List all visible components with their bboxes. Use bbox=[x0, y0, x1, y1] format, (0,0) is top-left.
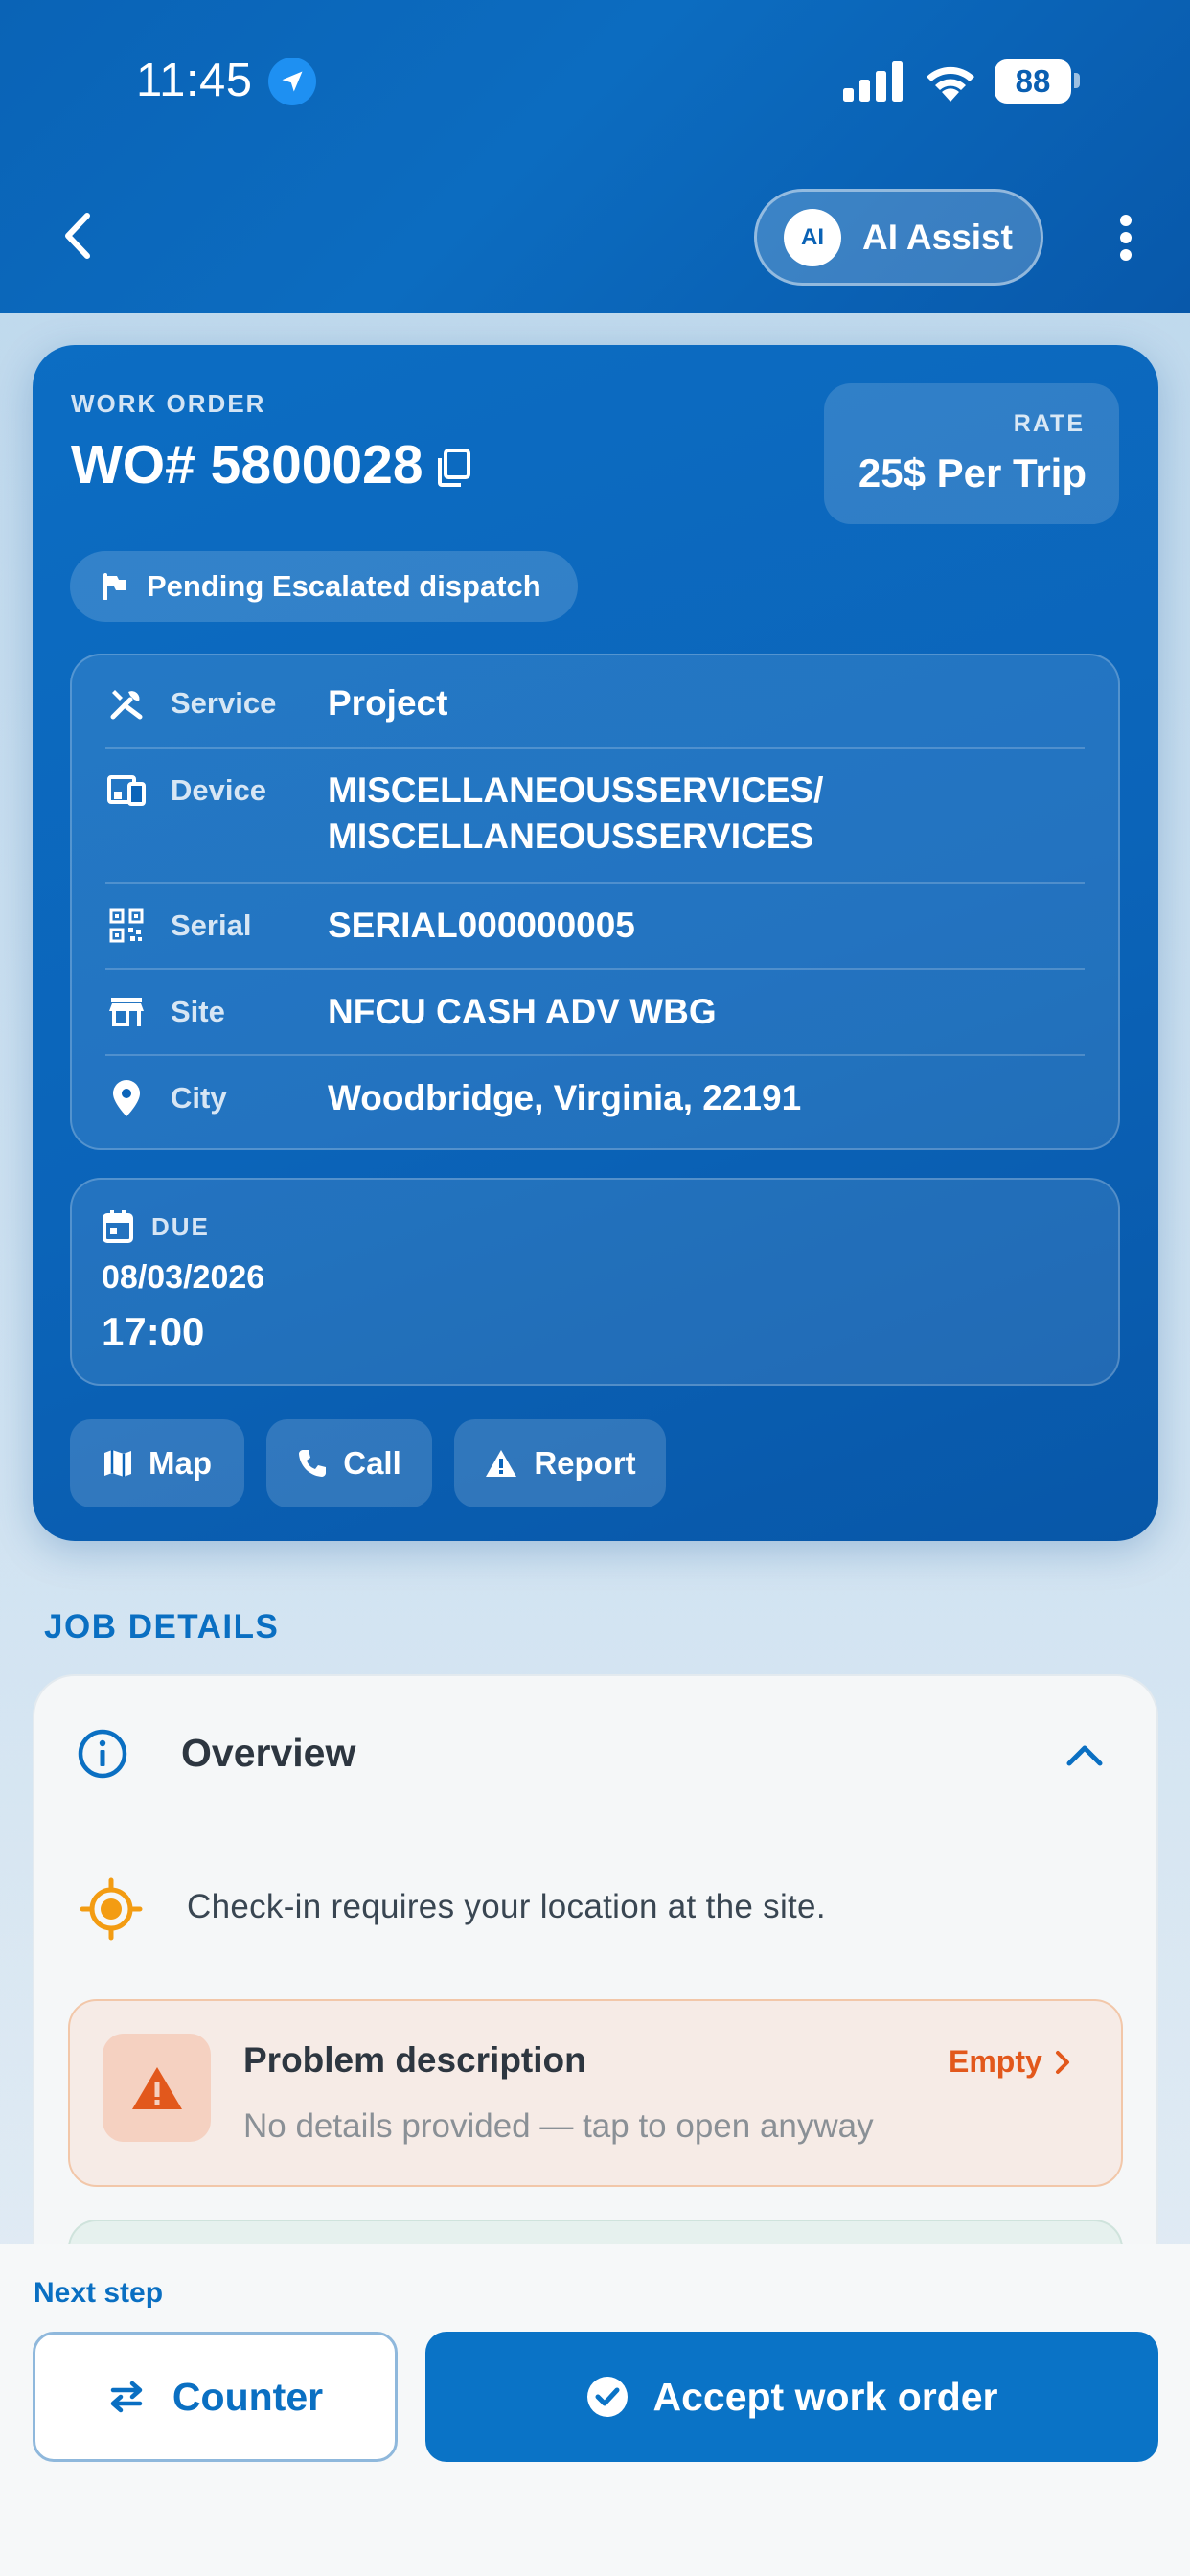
dot bbox=[1120, 232, 1132, 243]
detail-value: Woodbridge, Virginia, 22191 bbox=[328, 1078, 802, 1117]
detail-label: Serial bbox=[171, 908, 252, 942]
due-date: 08/03/2026 bbox=[102, 1259, 265, 1296]
report-button[interactable]: Report bbox=[454, 1419, 666, 1507]
divider bbox=[105, 1054, 1085, 1056]
location-arrow-icon bbox=[268, 58, 316, 105]
due-kicker: DUE bbox=[151, 1212, 210, 1241]
problem-subtitle: No details provided — tap to open anyway bbox=[243, 2107, 874, 2145]
divider bbox=[105, 968, 1085, 970]
status-badge: Pending Escalated dispatch bbox=[70, 551, 578, 622]
problem-warning-badge bbox=[103, 2034, 211, 2142]
rate-box: RATE 25$ Per Trip bbox=[824, 383, 1119, 524]
phone-icon bbox=[297, 1448, 328, 1479]
divider bbox=[105, 748, 1085, 749]
detail-value: SERIAL000000005 bbox=[328, 906, 635, 945]
counter-label: Counter bbox=[172, 2374, 324, 2419]
status-time: 11:45 bbox=[136, 55, 253, 106]
store-icon bbox=[105, 991, 148, 1033]
detail-row-city: City Woodbridge, Virginia, 22191 bbox=[105, 1077, 1085, 1154]
report-label: Report bbox=[534, 1445, 636, 1481]
tools-icon bbox=[105, 682, 148, 724]
section-title: JOB DETAILS bbox=[44, 1608, 280, 1645]
detail-row-site: Site NFCU CASH ADV WBG bbox=[105, 991, 1085, 1077]
rate-kicker: RATE bbox=[1013, 410, 1085, 437]
flag-icon bbox=[103, 573, 126, 600]
chevron-right-icon bbox=[1054, 2049, 1071, 2076]
detail-label: City bbox=[171, 1081, 227, 1115]
cellular-signal-icon bbox=[843, 61, 903, 102]
detail-label: Site bbox=[171, 995, 225, 1028]
divider bbox=[105, 882, 1085, 884]
next-step-label: Next step bbox=[34, 2277, 164, 2309]
devices-icon bbox=[105, 770, 148, 812]
wifi-icon bbox=[927, 66, 974, 102]
detail-value: Project bbox=[328, 683, 448, 723]
battery-tip bbox=[1074, 73, 1080, 88]
status-text: Pending Escalated dispatch bbox=[147, 569, 541, 603]
detail-row-service: Service Project bbox=[105, 682, 1085, 769]
rate-value: 25$ Per Trip bbox=[858, 450, 1087, 495]
work-order-number: WO# 5800028 bbox=[71, 434, 423, 495]
checkin-notice: Check-in requires your location at the s… bbox=[187, 1888, 826, 1925]
accept-work-order-button[interactable]: Accept work order bbox=[425, 2332, 1158, 2462]
map-icon bbox=[103, 1448, 133, 1479]
problem-title: Problem description bbox=[243, 2040, 586, 2080]
dot bbox=[1120, 249, 1132, 261]
gps-target-icon bbox=[80, 1877, 143, 1941]
detail-row-serial: Serial SERIAL000000005 bbox=[105, 905, 1085, 991]
swap-arrows-icon bbox=[107, 2380, 146, 2413]
more-options-button[interactable] bbox=[1110, 209, 1142, 266]
overview-title: Overview bbox=[181, 1731, 356, 1775]
detail-row-device: Device MISCELLANEOUSSERVICES/ MISCELLANE… bbox=[105, 770, 1085, 885]
detail-label: Service bbox=[171, 686, 277, 720]
ai-badge-icon: AI bbox=[784, 208, 841, 266]
check-circle-icon bbox=[586, 2376, 629, 2418]
qr-code-icon bbox=[105, 905, 148, 947]
chevron-up-icon[interactable] bbox=[1064, 1736, 1106, 1775]
work-order-kicker: WORK ORDER bbox=[71, 389, 266, 418]
chevron-left-icon bbox=[65, 213, 90, 259]
map-label: Map bbox=[149, 1445, 212, 1481]
call-label: Call bbox=[343, 1445, 401, 1481]
info-icon bbox=[78, 1729, 127, 1779]
copy-icon[interactable] bbox=[435, 447, 473, 489]
dot bbox=[1120, 215, 1132, 226]
problem-status: Empty bbox=[949, 2044, 1042, 2079]
problem-description-card[interactable] bbox=[68, 1999, 1123, 2187]
warning-icon bbox=[484, 1448, 518, 1479]
detail-label: Device bbox=[171, 773, 266, 807]
warning-icon bbox=[131, 2066, 182, 2109]
back-button[interactable] bbox=[50, 205, 103, 266]
problem-status-link[interactable]: Empty bbox=[949, 2044, 1071, 2080]
accept-label: Accept work order bbox=[652, 2374, 998, 2419]
detail-value: NFCU CASH ADV WBG bbox=[328, 992, 717, 1031]
calendar-icon bbox=[103, 1210, 133, 1243]
ai-assist-label: AI Assist bbox=[862, 217, 1013, 257]
ai-assist-button[interactable]: AI AI Assist bbox=[754, 189, 1043, 286]
detail-value: MISCELLANEOUSSERVICES/ MISCELLANEOUSSERV… bbox=[328, 770, 824, 856]
counter-button[interactable]: Counter bbox=[33, 2332, 398, 2462]
map-button[interactable]: Map bbox=[70, 1419, 244, 1507]
due-time: 17:00 bbox=[102, 1309, 205, 1354]
call-button[interactable]: Call bbox=[266, 1419, 432, 1507]
location-pin-icon bbox=[105, 1077, 148, 1119]
battery-indicator: 88 bbox=[995, 59, 1071, 104]
